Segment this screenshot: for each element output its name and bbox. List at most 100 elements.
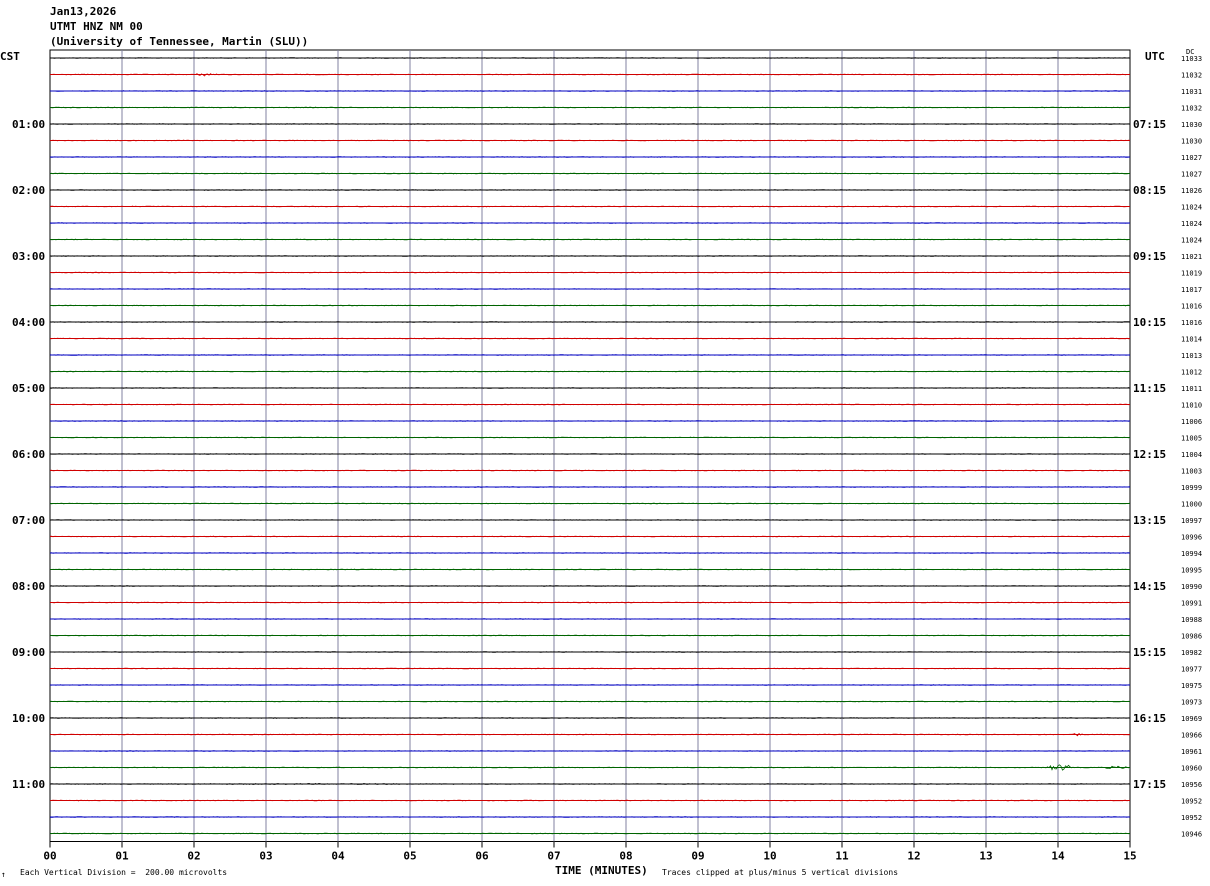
cst-hour-label: 02:00 <box>12 184 45 197</box>
dc-offset-label: 11014 <box>1181 336 1202 344</box>
utc-hour-label: 17:15 <box>1133 778 1166 791</box>
dc-offset-label: 10973 <box>1181 699 1202 707</box>
helicorder-plot: 00 01 02 03 04 05 06 07 08 09 10 11 12 13 14 15 11033 110… <box>12 49 1202 863</box>
dc-offset-label: 11003 <box>1181 468 1202 476</box>
left-timezone-label: CST <box>0 50 20 63</box>
dc-offset-label: 11004 <box>1181 451 1202 459</box>
dc-offset-label: 10952 <box>1181 814 1202 822</box>
utc-hour-label: 14:15 <box>1133 580 1166 593</box>
x-tick-label: 04 <box>331 850 345 863</box>
dc-offset-label: 10969 <box>1181 715 1202 723</box>
cst-hour-label: 01:00 <box>12 118 45 131</box>
x-tick-label: 07 <box>547 850 560 863</box>
cst-hour-label: 11:00 <box>12 778 45 791</box>
dc-offset-label: 10990 <box>1181 583 1202 591</box>
x-tick-label: 15 <box>1123 850 1136 863</box>
dc-offset-label: 10975 <box>1181 682 1202 690</box>
dc-offset-label: 11026 <box>1181 187 1202 195</box>
axis-labels: 00 01 02 03 04 05 06 07 08 09 10 11 12 13 14 15 11033 110… <box>12 55 1202 863</box>
cst-hour-label: 10:00 <box>12 712 45 725</box>
x-tick-label: 03 <box>259 850 272 863</box>
x-tick-label: 02 <box>187 850 200 863</box>
dc-offset-label: 11012 <box>1181 369 1202 377</box>
x-tick-label: 13 <box>979 850 992 863</box>
dc-offset-label: 11024 <box>1181 220 1202 228</box>
cst-hour-label: 04:00 <box>12 316 45 329</box>
x-tick-label: 11 <box>835 850 849 863</box>
cst-hour-label: 05:00 <box>12 382 45 395</box>
utc-hour-label: 10:15 <box>1133 316 1166 329</box>
cst-hour-label: 06:00 <box>12 448 45 461</box>
cst-hour-label: 03:00 <box>12 250 45 263</box>
x-tick-label: 08 <box>619 850 632 863</box>
dc-offset-label: 11032 <box>1181 72 1202 80</box>
x-tick-label: 10 <box>763 850 776 863</box>
dc-offset-label: 10960 <box>1181 765 1202 773</box>
footer-mark: ↑ <box>1 870 6 879</box>
dc-offset-label: 11021 <box>1181 253 1202 261</box>
dc-offset-label: 10956 <box>1181 781 1202 789</box>
cst-hour-label: 08:00 <box>12 580 45 593</box>
trace-signal <box>49 420 1131 422</box>
dc-offset-label: 11017 <box>1181 286 1202 294</box>
dc-offset-label: 11030 <box>1181 121 1202 129</box>
cst-hour-label: 07:00 <box>12 514 45 527</box>
dc-label: DC <box>1186 48 1195 56</box>
dc-offset-label: 10994 <box>1181 550 1202 558</box>
header-date: Jan13,2026 <box>50 5 117 18</box>
x-tick-label: 09 <box>691 850 704 863</box>
dc-offset-label: 10952 <box>1181 798 1202 806</box>
utc-hour-label: 07:15 <box>1133 118 1166 131</box>
utc-hour-label: 11:15 <box>1133 382 1166 395</box>
utc-hour-label: 13:15 <box>1133 514 1166 527</box>
x-tick-label: 01 <box>115 850 129 863</box>
dc-offset-label: 11016 <box>1181 319 1202 327</box>
trace-signal <box>49 387 1131 389</box>
utc-hour-label: 08:15 <box>1133 184 1166 197</box>
footer-clip: Traces clipped at plus/minus 5 vertical … <box>662 868 899 877</box>
dc-offset-label: 11010 <box>1181 402 1202 410</box>
dc-offset-label: 11024 <box>1181 237 1202 245</box>
dc-offset-label: 10946 <box>1181 831 1202 839</box>
dc-offset-label: 10991 <box>1181 600 1202 608</box>
dc-offset-label: 11011 <box>1181 385 1202 393</box>
dc-offset-label: 11019 <box>1181 270 1202 278</box>
dc-offset-label: 10999 <box>1181 484 1202 492</box>
seismic-traces <box>49 57 1131 835</box>
dc-offset-label: 11013 <box>1181 352 1202 360</box>
utc-hour-label: 12:15 <box>1133 448 1166 461</box>
footer-scale: Each Vertical Division = 200.00 microvol… <box>20 868 228 877</box>
header-network: (University of Tennessee, Martin (SLU)) <box>50 35 309 48</box>
x-tick-label: 06 <box>475 850 489 863</box>
x-tick-label: 14 <box>1051 850 1065 863</box>
dc-offset-label: 10977 <box>1181 666 1202 674</box>
dc-offset-label: 11016 <box>1181 303 1202 311</box>
dc-offset-label: 11027 <box>1181 171 1202 179</box>
dc-offset-label: 10986 <box>1181 633 1202 641</box>
dc-offset-label: 11024 <box>1181 204 1202 212</box>
dc-offset-label: 10996 <box>1181 534 1202 542</box>
utc-hour-label: 16:15 <box>1133 712 1166 725</box>
dc-offset-label: 11005 <box>1181 435 1202 443</box>
dc-offset-label: 11000 <box>1181 501 1202 509</box>
dc-offset-label: 10982 <box>1181 649 1202 657</box>
x-tick-label: 05 <box>403 850 416 863</box>
utc-hour-label: 09:15 <box>1133 250 1166 263</box>
header-station: UTMT HNZ NM 00 <box>50 20 143 33</box>
x-axis-title: TIME (MINUTES) <box>555 864 648 877</box>
x-tick-label: 12 <box>907 850 920 863</box>
dc-offset-label: 11027 <box>1181 154 1202 162</box>
right-timezone-label: UTC <box>1145 50 1165 63</box>
dc-offset-label: 10961 <box>1181 748 1202 756</box>
dc-offset-label: 11030 <box>1181 138 1202 146</box>
x-tick-label: 00 <box>43 850 56 863</box>
plot-frame <box>49 49 1131 842</box>
dc-offset-label: 11032 <box>1181 105 1202 113</box>
dc-offset-label: 11033 <box>1181 55 1202 63</box>
utc-hour-label: 15:15 <box>1133 646 1166 659</box>
dc-offset-label: 10995 <box>1181 567 1202 575</box>
plot-grid <box>49 49 1131 848</box>
dc-offset-label: 10997 <box>1181 517 1202 525</box>
trace-signal <box>49 288 1131 290</box>
dc-offset-label: 11031 <box>1181 88 1202 96</box>
